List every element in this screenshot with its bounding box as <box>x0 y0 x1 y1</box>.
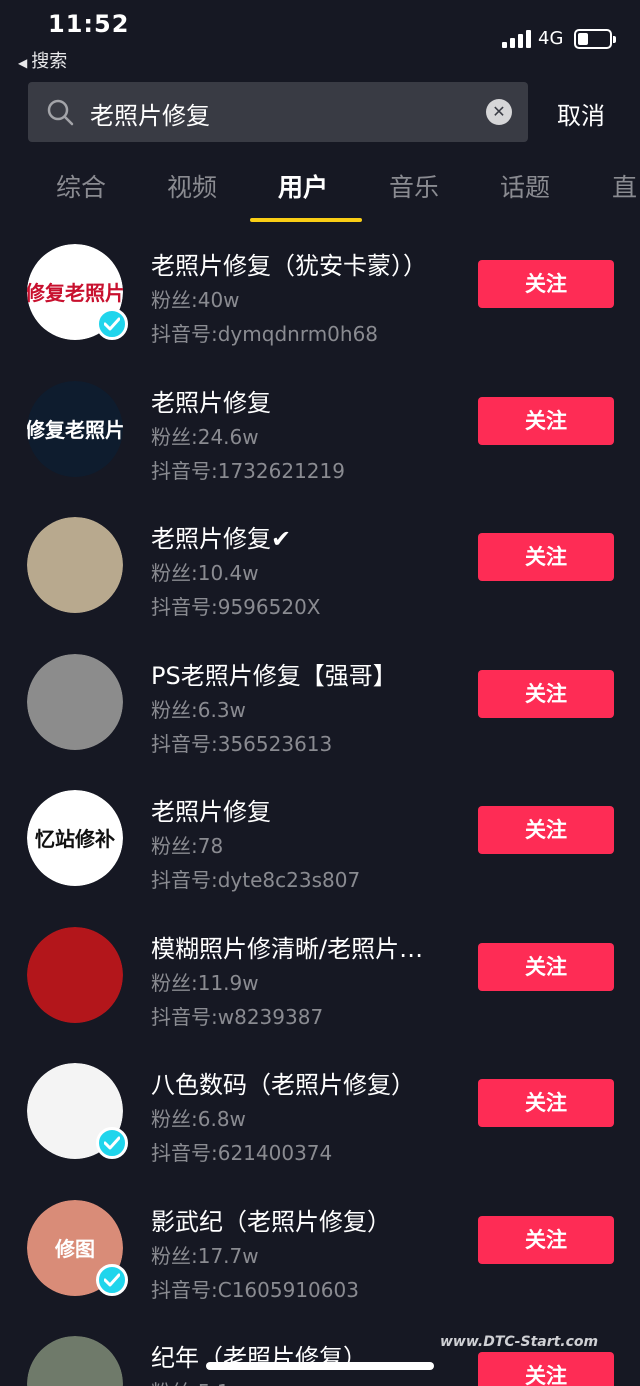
follow-button[interactable]: 关注 <box>478 1215 614 1264</box>
avatar-image: 修复老照片 <box>27 380 123 477</box>
avatar[interactable] <box>27 926 123 1023</box>
douyin-id: 抖音号:9596520X <box>151 595 321 619</box>
user-name: 模糊照片修清晰/老照片… <box>151 934 424 963</box>
avatar-image <box>27 653 123 750</box>
tab-topics[interactable]: 话题 <box>500 168 550 204</box>
follower-count: 粉丝:11.9w <box>151 970 259 995</box>
user-row[interactable]: 修复老照片 老照片修复（犹安卡蒙）） 粉丝:40w 抖音号:dymqdnrm0h68 关… <box>0 222 640 358</box>
avatar[interactable]: 修复老照片 <box>27 380 123 477</box>
svg-text:修图: 修图 <box>54 1237 95 1261</box>
follower-count: 粉丝:40w <box>151 288 240 312</box>
tab-live[interactable]: 直 <box>612 168 637 204</box>
home-indicator[interactable] <box>206 1362 434 1370</box>
follow-button[interactable]: 关注 <box>478 533 614 581</box>
user-row[interactable]: 老照片修复✔ 粉丝:10.4w 抖音号:9596520X 关注 <box>0 495 640 631</box>
search-bar[interactable]: 老照片修复 ✕ <box>28 82 528 142</box>
avatar-image <box>27 1336 123 1386</box>
follow-button[interactable]: 关注 <box>478 260 614 308</box>
avatar[interactable] <box>27 517 123 613</box>
douyin-id: 抖音号:621400374 <box>151 1141 333 1165</box>
follower-count: 粉丝:24.6w <box>151 424 259 449</box>
signal-icon <box>502 30 532 48</box>
avatar-image <box>27 926 123 1023</box>
follow-button[interactable]: 关注 <box>478 942 614 991</box>
user-name: 老照片修复（犹安卡蒙）） <box>151 252 427 280</box>
user-name: 老照片修复 <box>151 388 271 417</box>
cancel-button[interactable]: 取消 <box>557 96 605 131</box>
follow-button[interactable]: 关注 <box>478 396 614 445</box>
follower-count: 粉丝:17.7w <box>151 1243 259 1268</box>
svg-text:修复老照片: 修复老照片 <box>27 281 123 305</box>
douyin-id: 抖音号:dyte8c23s807 <box>151 868 361 892</box>
follow-button[interactable]: 关注 <box>478 806 614 854</box>
douyin-id: 抖音号:dymqdnrm0h68 <box>151 322 379 346</box>
user-name: 老照片修复 <box>151 798 271 826</box>
status-bar: 11:52 4G <box>0 0 640 49</box>
user-name: PS老照片修复【强哥】 <box>151 661 397 690</box>
verified-badge-icon <box>96 308 128 340</box>
back-arrow-icon: ◀ <box>18 56 28 70</box>
user-row[interactable]: 修图 影武纪（老照片修复） 粉丝:17.7w 抖音号:C1605910603 关注 <box>0 1178 640 1314</box>
back-label: 搜索 <box>31 51 68 72</box>
back-to-search-link[interactable]: ◀ 搜索 <box>18 47 67 73</box>
tab-videos[interactable]: 视频 <box>167 168 217 204</box>
douyin-id: 抖音号:356523613 <box>151 731 333 756</box>
tab-music[interactable]: 音乐 <box>389 168 439 204</box>
user-row[interactable]: PS老照片修复【强哥】粉丝:6.3w 抖音号:356523613 关注 <box>0 632 640 768</box>
douyin-id: 抖音号:1732621219 <box>151 458 345 483</box>
user-row[interactable]: 修复老照片 老照片修复粉丝:24.6w 抖音号:1732621219 关注 <box>0 359 640 495</box>
follow-button[interactable]: 关注 <box>478 1079 614 1127</box>
tab-users[interactable]: 用户 <box>278 168 328 204</box>
avatar[interactable] <box>27 1336 123 1386</box>
avatar-image: 忆站修补 <box>27 790 123 886</box>
follower-count: 粉丝:78 <box>151 834 224 858</box>
user-row[interactable]: 纪年（老照片修复）粉丝:5.1w关注 <box>0 1314 640 1386</box>
follower-count: 粉丝:5.1w <box>151 1376 246 1386</box>
follow-button[interactable]: 关注 <box>478 669 614 718</box>
verified-badge-icon <box>96 1263 128 1296</box>
avatar[interactable] <box>27 653 123 750</box>
follower-count: 粉丝:6.3w <box>151 697 246 722</box>
user-name: 影武纪（老照片修复） <box>151 1207 391 1236</box>
search-input[interactable]: 老照片修复 <box>90 96 210 131</box>
clock: 11:52 <box>48 10 130 38</box>
svg-text:修复老照片: 修复老照片 <box>27 418 123 442</box>
user-row[interactable]: 忆站修补 老照片修复粉丝:78 抖音号:dyte8c23s807 关注 <box>0 768 640 904</box>
follow-button[interactable]: 关注 <box>478 1352 614 1386</box>
clear-icon[interactable]: ✕ <box>486 99 512 125</box>
user-row[interactable]: 八色数码（老照片修复） 粉丝:6.8w 抖音号:621400374 关注 <box>0 1041 640 1177</box>
svg-text:忆站修补: 忆站修补 <box>35 827 115 851</box>
battery-icon <box>574 29 616 49</box>
verified-badge-icon <box>96 1127 128 1159</box>
user-name: 八色数码（老照片修复） <box>151 1071 415 1099</box>
user-row[interactable]: 模糊照片修清晰/老照片… 粉丝:11.9w 抖音号:w8239387 关注 <box>0 905 640 1041</box>
avatar[interactable]: 忆站修补 <box>27 790 123 886</box>
watermark: www.DTC-Start.com <box>440 1334 599 1350</box>
douyin-id: 抖音号:w8239387 <box>151 1004 324 1029</box>
avatar-image <box>27 517 123 613</box>
network-type: 4G <box>538 28 564 49</box>
result-tabs: 综合 视频 用户 音乐 话题 直 <box>0 168 640 222</box>
user-name: 老照片修复✔ <box>151 525 292 553</box>
douyin-id: 抖音号:C1605910603 <box>151 1277 359 1302</box>
search-icon <box>47 99 74 126</box>
tab-general[interactable]: 综合 <box>56 168 106 204</box>
follower-count: 粉丝:10.4w <box>151 561 259 585</box>
follower-count: 粉丝:6.8w <box>151 1107 246 1131</box>
